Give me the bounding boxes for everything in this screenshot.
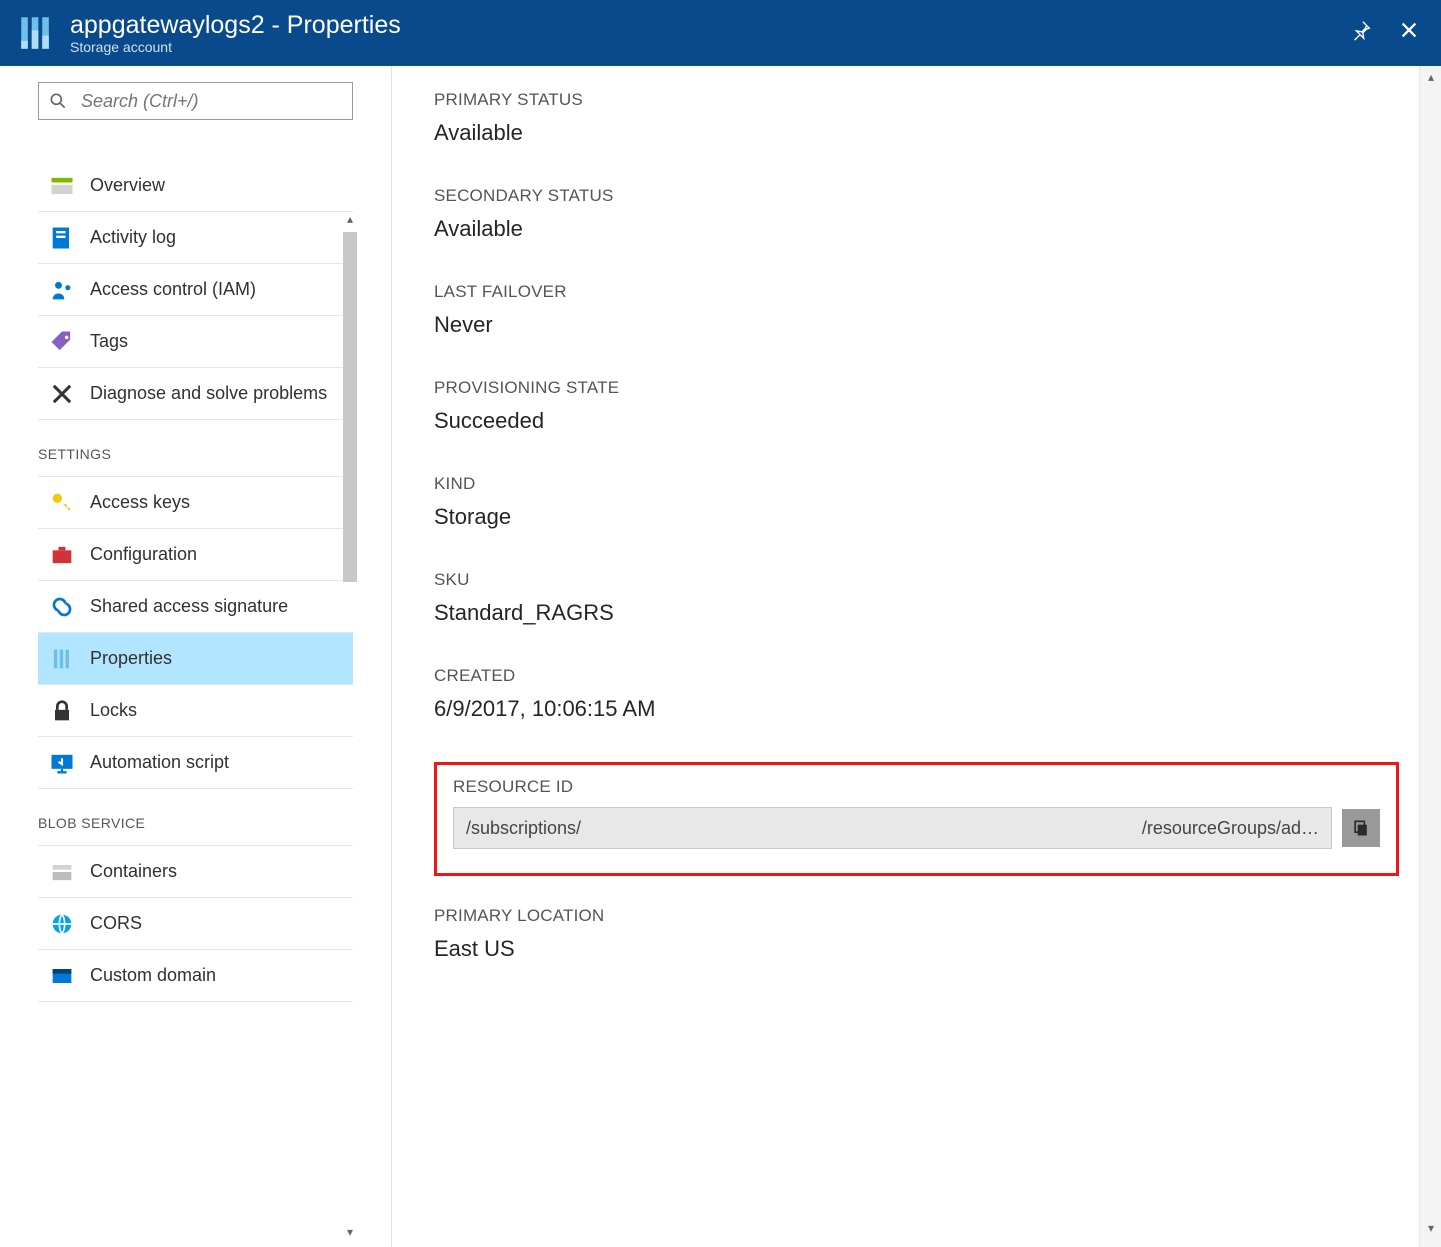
sidebar-item-label: Containers (90, 861, 177, 882)
sidebar-item-configuration[interactable]: Configuration (38, 529, 353, 581)
sidebar-item-label: Automation script (90, 752, 229, 773)
sidebar-item-label: Access keys (90, 492, 190, 513)
resource-id-field[interactable]: /subscriptions/ /resourceGroups/ad… (453, 807, 1332, 849)
sidebar-item-label: Activity log (90, 227, 176, 248)
property-label: PROVISIONING STATE (434, 378, 1399, 398)
sidebar-item-label: CORS (90, 913, 142, 934)
property-label: LAST FAILOVER (434, 282, 1399, 302)
resource-id-value-right: /resourceGroups/ad… (1142, 818, 1319, 839)
property-label: KIND (434, 474, 1399, 494)
property-label: PRIMARY STATUS (434, 90, 1399, 110)
sidebar-item-label: Custom domain (90, 965, 216, 986)
property-provisioning-state: PROVISIONING STATE Succeeded (434, 378, 1399, 434)
resource-id-value-left: /subscriptions/ (466, 818, 581, 839)
property-primary-location: PRIMARY LOCATION East US (434, 906, 1399, 962)
property-last-failover: LAST FAILOVER Never (434, 282, 1399, 338)
close-button[interactable] (1393, 14, 1425, 46)
sidebar-item-access-keys[interactable]: Access keys (38, 477, 353, 529)
property-value: Available (434, 216, 1399, 242)
domain-icon (48, 962, 76, 990)
scroll-down-icon[interactable]: ▾ (343, 1225, 357, 1239)
blade-subtitle: Storage account (70, 39, 401, 55)
sidebar-item-label: Tags (90, 331, 128, 352)
properties-icon (48, 645, 76, 673)
sas-icon (48, 593, 76, 621)
cors-icon (48, 910, 76, 938)
scroll-down-icon[interactable]: ▾ (1420, 1221, 1441, 1243)
sidebar-item-label: Properties (90, 648, 172, 669)
sidebar-item-label: Overview (90, 175, 165, 196)
sidebar-item-overview[interactable]: Overview (38, 160, 353, 212)
property-value: Never (434, 312, 1399, 338)
lock-icon (48, 697, 76, 725)
property-value: East US (434, 936, 1399, 962)
sidebar-item-label: Diagnose and solve problems (90, 383, 327, 404)
scroll-up-icon[interactable]: ▴ (343, 212, 357, 226)
diagnose-icon (48, 380, 76, 408)
config-icon (48, 541, 76, 569)
property-label: RESOURCE ID (453, 777, 1380, 797)
property-primary-status: PRIMARY STATUS Available (434, 90, 1399, 146)
search-icon (48, 91, 68, 111)
containers-icon (48, 858, 76, 886)
property-value: 6/9/2017, 10:06:15 AM (434, 696, 1399, 722)
sidebar-item-containers[interactable]: Containers (38, 846, 353, 898)
property-kind: KIND Storage (434, 474, 1399, 530)
property-sku: SKU Standard_RAGRS (434, 570, 1399, 626)
scroll-up-icon[interactable]: ▴ (1420, 70, 1441, 92)
sidebar-item-tags[interactable]: Tags (38, 316, 353, 368)
sidebar-item-label: Access control (IAM) (90, 279, 256, 300)
tag-icon (48, 328, 76, 356)
automation-icon (48, 749, 76, 777)
sidebar-item-sas[interactable]: Shared access signature (38, 581, 353, 633)
blade-title: appgatewaylogs2 - Properties (70, 11, 401, 40)
pin-button[interactable] (1345, 14, 1377, 46)
sidebar-section-settings: SETTINGS (38, 420, 353, 477)
iam-icon (48, 276, 76, 304)
activity-log-icon (48, 224, 76, 252)
content-scrollbar[interactable]: ▴ ▾ (1419, 66, 1441, 1247)
sidebar-item-diagnose[interactable]: Diagnose and solve problems (38, 368, 353, 420)
sidebar-item-label: Locks (90, 700, 137, 721)
sidebar-item-label: Configuration (90, 544, 197, 565)
sidebar-section-blob: BLOB SERVICE (38, 789, 353, 846)
sidebar-item-activity-log[interactable]: Activity log (38, 212, 353, 264)
sidebar-item-locks[interactable]: Locks (38, 685, 353, 737)
property-value: Standard_RAGRS (434, 600, 1399, 626)
key-icon (48, 489, 76, 517)
copy-button[interactable] (1342, 809, 1380, 847)
property-value: Available (434, 120, 1399, 146)
property-value: Storage (434, 504, 1399, 530)
sidebar-item-properties[interactable]: Properties (38, 633, 353, 685)
copy-icon (1351, 818, 1371, 838)
property-value: Succeeded (434, 408, 1399, 434)
property-label: SKU (434, 570, 1399, 590)
property-created: CREATED 6/9/2017, 10:06:15 AM (434, 666, 1399, 722)
property-label: SECONDARY STATUS (434, 186, 1399, 206)
sidebar-item-iam[interactable]: Access control (IAM) (38, 264, 353, 316)
sidebar-item-label: Shared access signature (90, 596, 288, 617)
sidebar: Overview Activity log Access control (IA… (0, 66, 392, 1247)
property-secondary-status: SECONDARY STATUS Available (434, 186, 1399, 242)
overview-icon (48, 172, 76, 200)
property-label: PRIMARY LOCATION (434, 906, 1399, 926)
storage-account-icon (14, 10, 60, 56)
property-label: CREATED (434, 666, 1399, 686)
sidebar-item-custom-domain[interactable]: Custom domain (38, 950, 353, 1002)
search-input[interactable] (38, 82, 353, 120)
resource-id-highlight: RESOURCE ID /subscriptions/ /resourceGro… (434, 762, 1399, 876)
sidebar-scroll-thumb[interactable] (343, 232, 357, 582)
blade-header: appgatewaylogs2 - Properties Storage acc… (0, 0, 1441, 66)
sidebar-item-cors[interactable]: CORS (38, 898, 353, 950)
content-pane: PRIMARY STATUS Available SECONDARY STATU… (392, 66, 1441, 1247)
sidebar-scrollbar[interactable]: ▴ ▾ (343, 216, 357, 1235)
sidebar-item-automation[interactable]: Automation script (38, 737, 353, 789)
